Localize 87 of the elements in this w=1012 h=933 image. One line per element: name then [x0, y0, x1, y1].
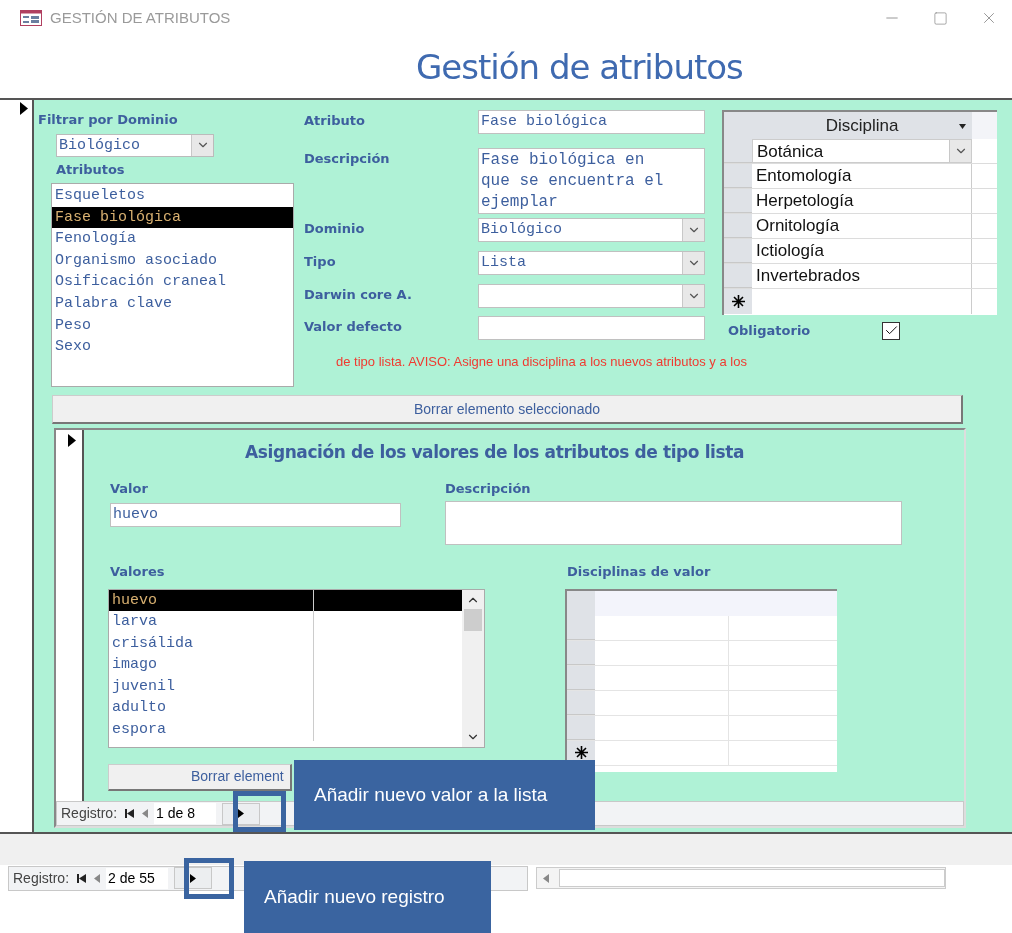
- dropdown-button[interactable]: [949, 140, 971, 162]
- mandatory-label: Obligatorio: [728, 322, 812, 340]
- navigation-label: Registro:: [13, 868, 70, 888]
- callout: Añadir nuevo valor a la lista: [294, 760, 595, 830]
- datasheet-cell[interactable]: Entomología: [752, 164, 972, 188]
- domain-filter-combo[interactable]: Biológico: [56, 133, 214, 157]
- datasheet-cell[interactable]: Ictiología: [752, 239, 972, 263]
- field-label: Tipo: [304, 253, 337, 271]
- field-label: Valor defecto: [304, 318, 403, 336]
- next-icon: [238, 809, 245, 818]
- scroll-thumb[interactable]: [464, 608, 482, 631]
- window-title: GESTIÓN DE ATRIBUTOS: [50, 7, 231, 28]
- previous-icon: [142, 809, 149, 818]
- dropdown-button[interactable]: [682, 219, 704, 241]
- next-icon: [190, 873, 197, 883]
- record-selector-icon: [20, 102, 28, 115]
- first-record-icon[interactable]: [77, 873, 87, 883]
- row-selector[interactable]: [567, 690, 595, 715]
- record-position-field[interactable]: 1 de 8: [154, 803, 217, 824]
- field-label: Atributo: [304, 112, 366, 130]
- delete-selected-button[interactable]: Borrar elemento seleccionado: [52, 395, 963, 424]
- combo-field[interactable]: Biológico: [478, 218, 705, 242]
- row-selector[interactable]: [724, 214, 752, 238]
- description-label: Descripción: [445, 479, 532, 498]
- scrollbar[interactable]: [462, 589, 484, 747]
- attribute-list-item[interactable]: Fenología: [52, 228, 293, 250]
- warning-text: de tipo lista. AVISO: Asigne una disciplina a los nuevos atributos y a los: [336, 353, 747, 371]
- horizontal-scrollbar[interactable]: [536, 867, 946, 889]
- subform-title: Asignación de los valores de los atributos de tipo lista: [245, 441, 744, 464]
- row-selector[interactable]: [724, 164, 752, 188]
- new-record-icon: [731, 295, 745, 308]
- row-selector[interactable]: [724, 239, 752, 263]
- row-selector[interactable]: [567, 640, 595, 665]
- subform-record-selector[interactable]: [56, 430, 84, 801]
- attribute-list-item[interactable]: Fase biológica: [52, 206, 293, 229]
- row-selector[interactable]: [724, 139, 752, 163]
- row-selector[interactable]: [567, 665, 595, 690]
- record-selector-icon: [68, 434, 76, 447]
- row-selector[interactable]: [724, 189, 752, 213]
- description-field[interactable]: [445, 501, 902, 545]
- attribute-list-item[interactable]: Peso: [52, 314, 293, 337]
- new-record-icon: [574, 746, 588, 759]
- attribute-list-item[interactable]: Sexo: [52, 336, 293, 358]
- highlight-frame: [184, 858, 234, 899]
- record-position-field[interactable]: 2 de 55: [106, 867, 169, 889]
- value-disciplines-label: Disciplinas de valor: [567, 563, 712, 581]
- navigation-label: Registro:: [61, 804, 118, 823]
- field-label: Darwin core A.: [304, 286, 413, 304]
- form-title: Gestión de atributos: [416, 45, 743, 89]
- attribute-list-item[interactable]: Organismo asociado: [52, 249, 293, 272]
- dropdown-button[interactable]: [682, 252, 704, 274]
- delete-value-button[interactable]: Borrar element: [108, 763, 292, 791]
- attribute-list-item[interactable]: Palabra clave: [52, 292, 293, 315]
- mandatory-checkbox[interactable]: [882, 321, 900, 340]
- combo-field[interactable]: Lista: [478, 251, 705, 275]
- attributes-label: Atributos: [56, 160, 126, 179]
- field-label: Descripción: [304, 150, 391, 168]
- combo-field[interactable]: [478, 284, 705, 308]
- field-label: Dominio: [304, 220, 366, 238]
- sort-dropdown-icon[interactable]: [959, 124, 966, 129]
- dropdown-button[interactable]: [682, 285, 704, 307]
- dropdown-button[interactable]: [191, 134, 213, 156]
- corner-cell[interactable]: [567, 590, 595, 616]
- datasheet-cell[interactable]: Ornitología: [752, 214, 972, 238]
- row-selector[interactable]: [567, 615, 595, 640]
- first-record-icon[interactable]: [125, 809, 135, 818]
- datasheet-cell[interactable]: Invertebrados: [752, 264, 972, 288]
- value-list-item[interactable]: huevo: [109, 589, 462, 612]
- datasheet-cell[interactable]: Botánica: [752, 139, 972, 163]
- row-selector[interactable]: [567, 715, 595, 740]
- text-field[interactable]: Fase biológica: [478, 110, 705, 134]
- values-label: Valores: [110, 563, 166, 581]
- highlight-frame: [233, 791, 286, 832]
- datasheet-cell[interactable]: Herpetología: [752, 189, 972, 213]
- text-area-field[interactable]: Fase biológica en que se encuentra el ejemplar: [478, 148, 705, 214]
- previous-icon: [543, 873, 549, 883]
- form-icon: [20, 10, 42, 26]
- value-field[interactable]: huevo: [110, 503, 401, 527]
- row-selector[interactable]: [724, 264, 752, 288]
- attribute-list-item[interactable]: Esqueletos: [52, 185, 293, 207]
- filter-label: Filtrar por Dominio: [38, 111, 179, 129]
- attribute-list-item[interactable]: Osificación craneal: [52, 271, 293, 293]
- callout: Añadir nuevo registro: [244, 861, 491, 933]
- value-label: Valor: [110, 479, 149, 498]
- previous-icon: [94, 873, 101, 883]
- maximize-icon[interactable]: [933, 10, 948, 26]
- text-field[interactable]: [478, 316, 705, 340]
